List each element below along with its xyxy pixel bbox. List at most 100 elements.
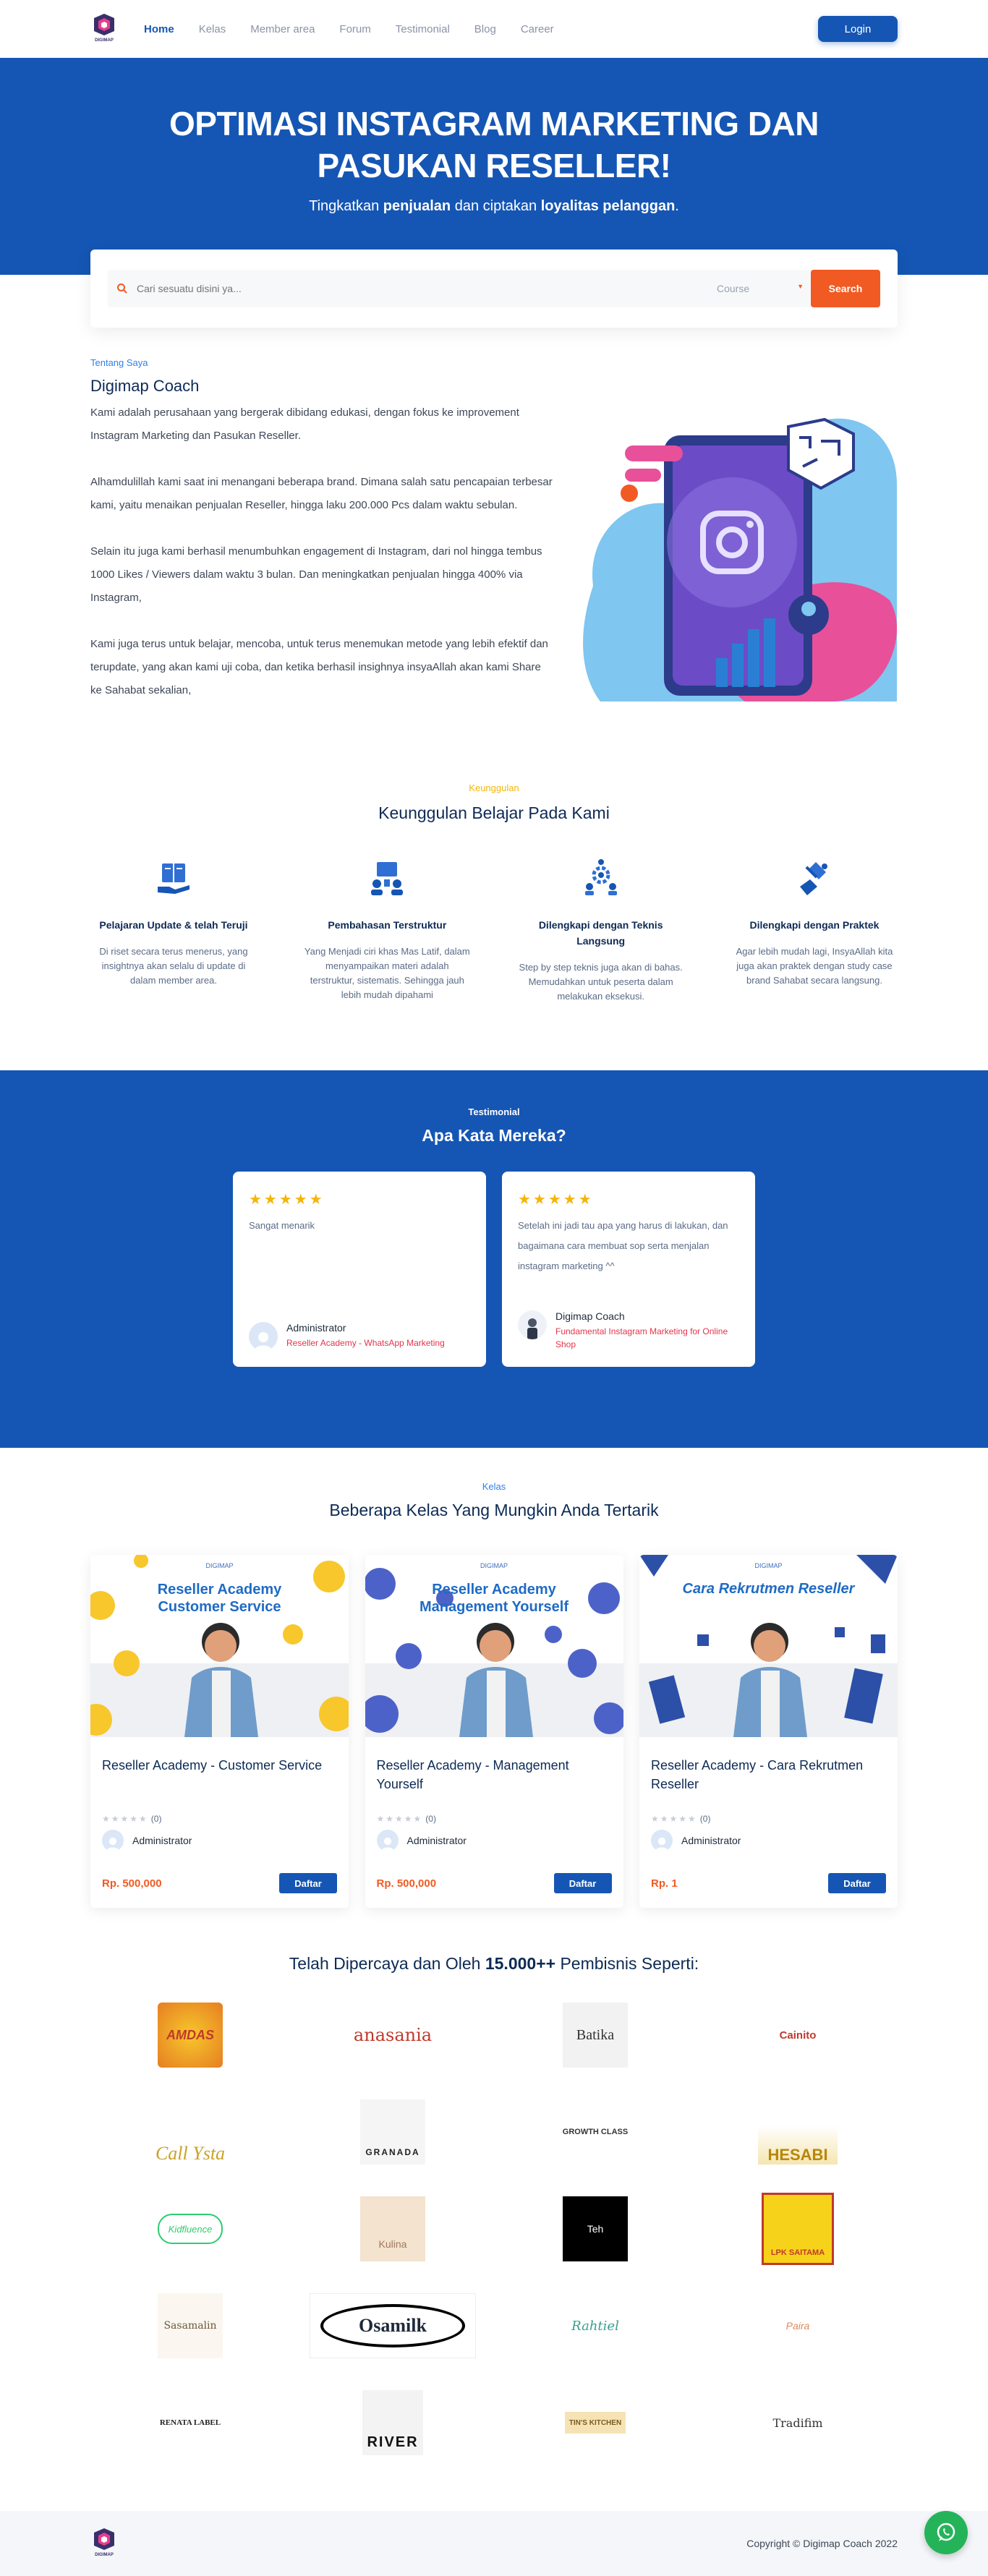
- nav-member-area[interactable]: Member area: [250, 23, 315, 35]
- clients-section: Telah Dipercaya dan Oleh 15.000++ Pembis…: [0, 1954, 988, 2455]
- copyright-text: Copyright © Digimap Coach 2022: [746, 2538, 898, 2549]
- course-rating: ★★★★★ (0): [651, 1814, 711, 1824]
- course-author: Administrator: [406, 1835, 467, 1846]
- course-card[interactable]: DIGIMAP Reseller Academy Customer Servic…: [90, 1555, 349, 1908]
- course-card[interactable]: DIGIMAP Reseller Academy Management Your…: [365, 1555, 623, 1908]
- hero-section: OPTIMASI INSTAGRAM MARKETING DAN PASUKAN…: [0, 58, 988, 275]
- about-eyebrow: Tentang Saya: [90, 357, 148, 368]
- nav-career[interactable]: Career: [521, 23, 554, 35]
- clients-title: Telah Dipercaya dan Oleh 15.000++ Pembis…: [289, 1954, 699, 1973]
- site-header: DIGIMAP Home Kelas Member area Forum Tes…: [0, 0, 988, 58]
- course-card[interactable]: DIGIMAP Cara Rekrutmen Reseller Reseller…: [639, 1555, 898, 1908]
- course-rating: ★★★★★ (0): [376, 1814, 436, 1824]
- advantages-eyebrow: Keunggulan: [469, 782, 519, 793]
- search-button[interactable]: Search: [811, 270, 880, 307]
- advantage-title: Dilengkapi dengan Praktek: [749, 919, 880, 931]
- advantage-desc: Agar lebih mudah lagi, InsyaAllah kita j…: [736, 946, 893, 986]
- about-title: Digimap Coach: [90, 377, 200, 395]
- testimonial-quote: Setelah ini jadi tau apa yang harus di l…: [518, 1220, 728, 1271]
- book-hand-icon: [153, 858, 194, 898]
- main-nav: Home Kelas Member area Forum Testimonial…: [144, 23, 579, 35]
- advantage-desc: Yang Menjadi ciri khas Mas Latif, dalam …: [304, 946, 470, 1000]
- course-title[interactable]: Reseller Academy - Cara Rekrutmen Resell…: [651, 1756, 886, 1796]
- author-course[interactable]: Fundamental Instagram Marketing for Onli…: [555, 1325, 742, 1351]
- testimonial-card: ★★★★★ Setelah ini jadi tau apa yang haru…: [502, 1172, 755, 1367]
- footer-logo[interactable]: DIGIMAP: [90, 2527, 118, 2560]
- author-name: Administrator: [286, 1322, 346, 1334]
- course-price: Rp. 500,000: [102, 1877, 162, 1890]
- client-logo: Teh: [494, 2196, 697, 2261]
- advantage-title: Dilengkapi dengan Teknis Langsung: [538, 919, 663, 947]
- testimonial-quote: Sangat menarik: [249, 1220, 315, 1231]
- client-logo: Cainito: [779, 2029, 817, 2042]
- rating-stars: ★★★★★: [518, 1192, 594, 1208]
- course-title[interactable]: Reseller Academy - Customer Service: [102, 1756, 337, 1796]
- nav-kelas[interactable]: Kelas: [199, 23, 226, 35]
- courses-eyebrow: Kelas: [482, 1481, 506, 1492]
- client-logo: GRANADA: [291, 2099, 494, 2165]
- logo-text: DIGIMAP: [95, 2553, 114, 2557]
- testimonial-section: Testimonial Apa Kata Mereka? ★★★★★ Sanga…: [0, 1070, 988, 1448]
- advantage-title: Pembahasan Terstruktur: [328, 919, 447, 931]
- avatar: [651, 1830, 673, 1851]
- testimonial-eyebrow: Testimonial: [468, 1106, 520, 1117]
- course-thumbnail[interactable]: DIGIMAP Reseller Academy Customer Servic…: [90, 1555, 349, 1737]
- client-logo: Tradifim: [772, 2415, 823, 2430]
- nav-blog[interactable]: Blog: [474, 23, 496, 35]
- thumbnail-brand: DIGIMAP: [480, 1562, 508, 1569]
- avatar: [518, 1310, 547, 1339]
- logo-text: DIGIMAP: [95, 38, 114, 43]
- client-logo: AMDAS: [89, 2003, 291, 2068]
- testimonial-card: ★★★★★ Sangat menarik Administrator Resel…: [233, 1172, 486, 1367]
- search-panel: Course▼ Search: [90, 250, 898, 328]
- presentation-icon: [367, 858, 407, 898]
- login-button[interactable]: Login: [818, 16, 898, 42]
- courses-title: Beberapa Kelas Yang Mungkin Anda Tertari…: [329, 1501, 659, 1519]
- search-input[interactable]: [137, 283, 710, 294]
- advantage-title: Pelajaran Update & telah Teruji: [99, 919, 248, 931]
- brand-logo[interactable]: DIGIMAP: [90, 12, 118, 46]
- client-logo: TIN'S KITCHEN: [494, 2390, 697, 2455]
- thumbnail-title: Reseller Academy Management Yourself: [420, 1582, 568, 1615]
- enroll-button[interactable]: Daftar: [553, 1873, 612, 1893]
- site-footer: DIGIMAP Copyright © Digimap Coach 2022: [0, 2511, 988, 2576]
- instagram-illustration: [571, 398, 900, 701]
- category-select[interactable]: Course ▼: [710, 283, 811, 294]
- client-logo: HESABI: [697, 2099, 899, 2165]
- course-thumbnail[interactable]: DIGIMAP Cara Rekrutmen Reseller: [639, 1555, 898, 1737]
- advantage-item: Dilengkapi dengan Teknis Langsung Step b…: [518, 858, 684, 1004]
- enroll-button[interactable]: Daftar: [279, 1873, 337, 1893]
- advantage-desc: Step by step teknis juga akan di bahas. …: [519, 962, 683, 1002]
- course-price: Rp. 1: [651, 1877, 678, 1890]
- course-rating: ★★★★★ (0): [102, 1814, 162, 1824]
- nav-forum[interactable]: Forum: [339, 23, 370, 35]
- client-logo: Sasamalin: [89, 2293, 291, 2358]
- team-gear-icon: [581, 858, 621, 898]
- client-logo: Call Ysta: [155, 2143, 226, 2164]
- course-thumbnail[interactable]: DIGIMAP Reseller Academy Management Your…: [365, 1555, 623, 1737]
- client-logo: LPK SAITAMA: [697, 2193, 899, 2265]
- about-section: Tentang Saya Digimap Coach Kami adalah p…: [90, 357, 898, 733]
- client-logo: Kidfluence: [89, 2196, 291, 2261]
- courses-section: Kelas Beberapa Kelas Yang Mungkin Anda T…: [0, 1481, 988, 1908]
- about-paragraph: Kami juga terus untuk belajar, mencoba, …: [90, 638, 548, 696]
- client-logo: Osamilk: [291, 2293, 494, 2358]
- client-logo: RENATA LABEL: [159, 2418, 221, 2427]
- nav-home[interactable]: Home: [144, 23, 174, 35]
- advantage-desc: Di riset secara terus menerus, yang insi…: [99, 946, 248, 986]
- author-course[interactable]: Reseller Academy - WhatsApp Marketing: [286, 1336, 445, 1349]
- thumbnail-title: Reseller Academy Customer Service: [157, 1582, 282, 1615]
- avatar: [102, 1830, 124, 1851]
- enroll-button[interactable]: Daftar: [828, 1873, 886, 1893]
- nav-testimonial[interactable]: Testimonial: [396, 23, 450, 35]
- client-logos: AMDAS anasania Batika Cainito Call Ysta …: [89, 2003, 899, 2455]
- author-name: Digimap Coach: [555, 1310, 625, 1322]
- client-logo: Kulina: [291, 2196, 494, 2261]
- thumbnail-brand: DIGIMAP: [754, 1562, 783, 1569]
- whatsapp-button[interactable]: [924, 2511, 968, 2554]
- client-logo: anasania: [353, 2025, 433, 2045]
- advantages-section: Keunggulan Keunggulan Belajar Pada Kami …: [0, 782, 988, 1004]
- client-logo: Rahtiel: [571, 2318, 619, 2334]
- hand-tools-icon: [794, 858, 835, 898]
- course-title[interactable]: Reseller Academy - Management Yourself: [377, 1756, 612, 1796]
